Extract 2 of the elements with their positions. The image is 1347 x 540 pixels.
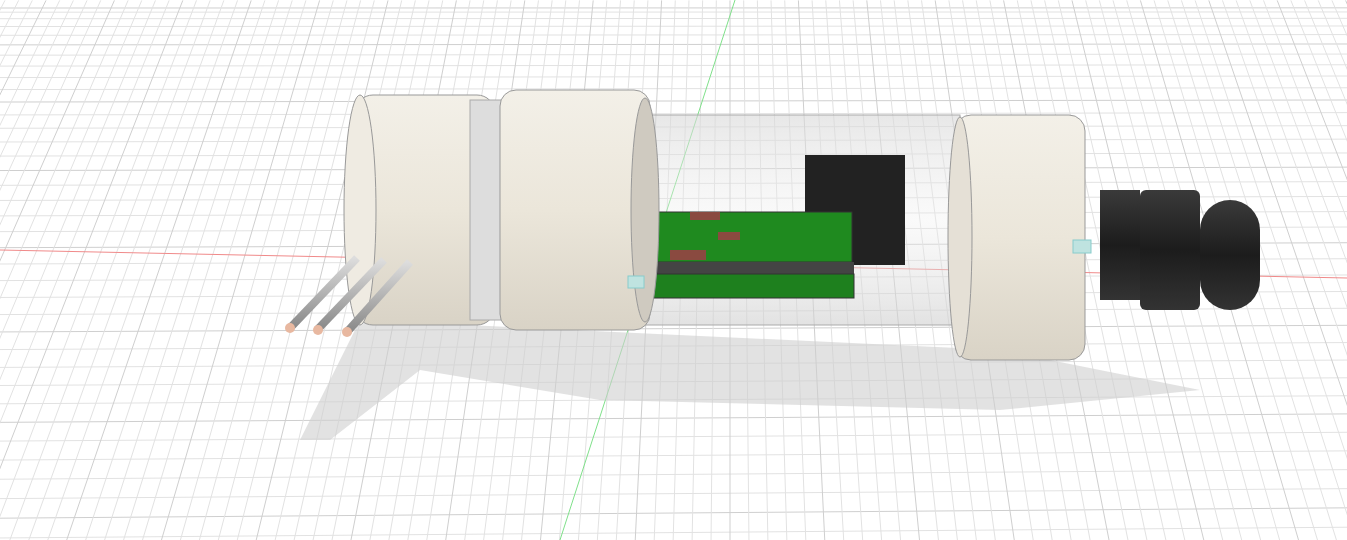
view-marker-icon (627, 275, 645, 289)
view-marker-icon (1072, 239, 1092, 254)
